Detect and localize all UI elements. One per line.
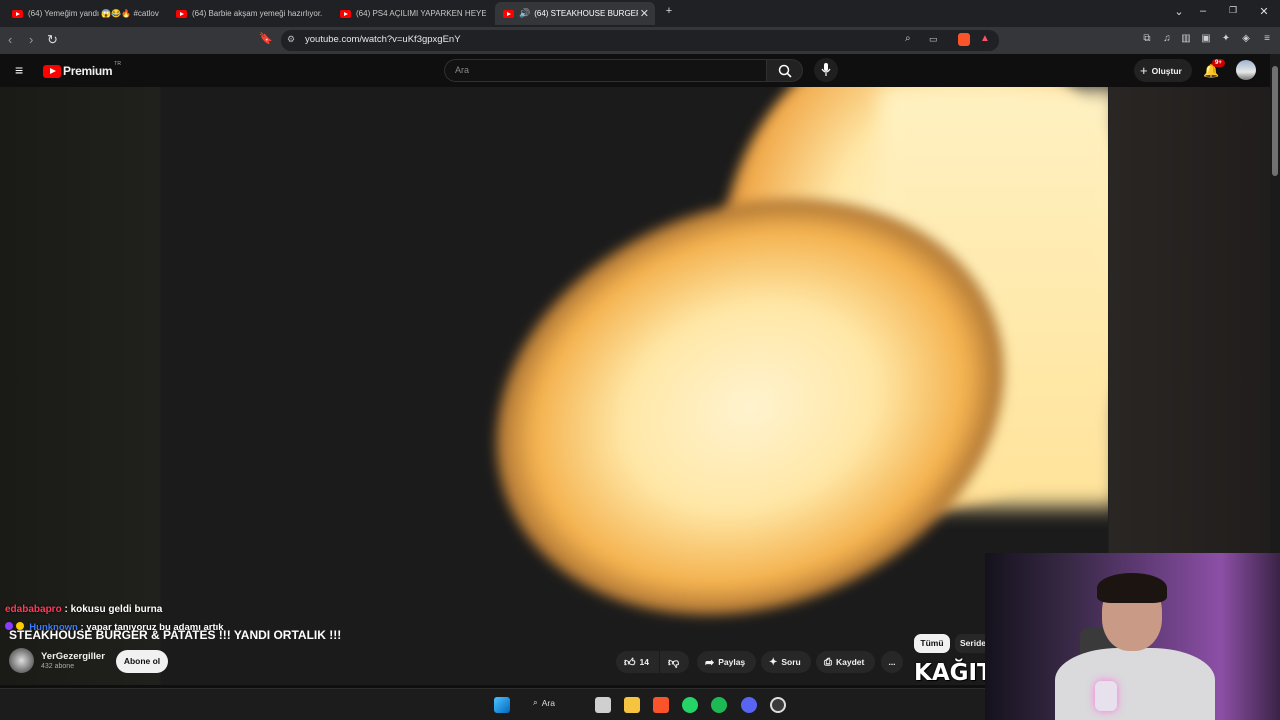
- leo-ai-icon[interactable]: ✦: [1220, 33, 1232, 45]
- windows-start-icon[interactable]: [494, 697, 510, 713]
- taskbar-search-label: Ara: [541, 697, 555, 708]
- browser-toolbar: ‹ › ↻ 🔖 ⚙ youtube.com/watch?v=uKf3gpxgEn…: [0, 27, 1280, 54]
- logo-text: Premium: [63, 64, 113, 78]
- ask-label: Soru: [781, 657, 801, 667]
- tab-title: (64) Barbie akşam yemeği hazırlıyor.: [192, 9, 323, 18]
- brave-rewards-icon[interactable]: ▲: [980, 33, 990, 44]
- notifications-button[interactable]: 🔔 9+: [1203, 59, 1225, 80]
- browser-tab[interactable]: (64) Barbie akşam yemeği hazırlıyor.: [168, 2, 324, 25]
- voice-search-button[interactable]: [814, 58, 838, 82]
- youtube-favicon-icon: [12, 9, 23, 18]
- overlay-caption: KAĞIT: [914, 660, 993, 686]
- ask-button[interactable]: ✦ Soru: [761, 651, 811, 673]
- chat-text: : kokusu geldi burna: [64, 604, 163, 615]
- taskbar-search[interactable]: ⌕ Ara: [533, 697, 555, 708]
- menu-icon[interactable]: ≡: [1261, 33, 1273, 45]
- hamburger-menu-icon[interactable]: ≡: [15, 62, 23, 78]
- save-label: Kaydet: [836, 657, 865, 667]
- tab-title: (64) PS4 AÇILIMI YAPARKEN HEYECAN: [356, 9, 486, 18]
- sparkle-icon: ✦: [769, 656, 778, 668]
- more-actions-button[interactable]: ...: [881, 651, 903, 673]
- region-label: TR: [114, 61, 121, 67]
- subscriber-count: 432 abone: [41, 663, 75, 670]
- share-label: Paylaş: [718, 657, 746, 667]
- microphone-icon: [821, 63, 831, 76]
- discord-icon[interactable]: [741, 697, 757, 713]
- address-bar[interactable]: ⚙ youtube.com/watch?v=uKf3gpxgEnY ⌕ ▭ ▲: [281, 30, 999, 51]
- search-placeholder: Ara: [455, 65, 470, 75]
- reload-icon[interactable]: ↻: [47, 32, 58, 48]
- youtube-favicon-icon: [176, 9, 187, 18]
- windows-taskbar: ⌕ Ara: [0, 688, 985, 720]
- chat-username: edababapro: [5, 604, 62, 615]
- dislike-button[interactable]: 👎︎: [660, 651, 689, 673]
- youtube-logo[interactable]: Premium TR: [43, 61, 121, 78]
- subscribe-button[interactable]: Abone ol: [116, 650, 168, 673]
- task-view-icon[interactable]: [595, 697, 611, 713]
- restore-icon[interactable]: ❐: [1225, 5, 1241, 16]
- youtube-logo-icon: [43, 64, 61, 78]
- tab-title: (64) Yemeğim yandı 😱😂🔥 #catlov: [28, 9, 159, 18]
- page-scrollbar[interactable]: [1270, 54, 1280, 553]
- media-icon[interactable]: ♫: [1161, 33, 1173, 45]
- video-title: STEAKHOUSE BURGER & PATATES !!! YANDI OR…: [9, 628, 342, 642]
- vpn-icon[interactable]: ◈: [1240, 33, 1252, 45]
- notification-badge: 9+: [1212, 59, 1225, 67]
- spotify-icon[interactable]: [711, 697, 727, 713]
- chip-all[interactable]: Tümü: [914, 634, 950, 653]
- url-text[interactable]: youtube.com/watch?v=uKf3gpxgEnY: [305, 34, 461, 45]
- obs-icon[interactable]: [770, 697, 786, 713]
- share-button[interactable]: ➦ Paylaş: [697, 651, 756, 673]
- file-explorer-icon[interactable]: [624, 697, 640, 713]
- sidebar-icon[interactable]: ▥: [1180, 33, 1192, 45]
- scrollbar-thumb[interactable]: [1272, 66, 1278, 176]
- browser-tab-strip: (64) Yemeğim yandı 😱😂🔥 #catlov (64) Barb…: [0, 0, 1280, 27]
- brave-shield-icon[interactable]: [958, 33, 970, 46]
- search-button[interactable]: [767, 59, 803, 82]
- bookmark-icon[interactable]: 🔖: [259, 32, 273, 45]
- channel-avatar[interactable]: [9, 648, 34, 673]
- thumbs-down-icon: 👎︎: [668, 656, 680, 669]
- wallet-icon[interactable]: ▣: [1200, 33, 1212, 45]
- browser-tab-active[interactable]: 🔊 (64) STEAKHOUSE BURGER & ✕: [495, 2, 655, 25]
- more-icon: ...: [888, 657, 896, 667]
- minimize-icon[interactable]: –: [1195, 5, 1211, 17]
- tab-list-icon[interactable]: ⌄: [1171, 5, 1187, 18]
- close-window-icon[interactable]: ✕: [1256, 5, 1272, 18]
- search-icon: [778, 64, 792, 78]
- youtube-header: ≡ Premium TR Ara + Oluştur 🔔 9+: [0, 54, 1270, 87]
- browser-tab[interactable]: (64) PS4 AÇILIMI YAPARKEN HEYECAN: [332, 2, 486, 25]
- share-icon: ➦: [705, 656, 715, 669]
- bookmark-icon: ⎙: [824, 656, 832, 668]
- close-tab-icon[interactable]: ✕: [640, 7, 649, 20]
- tab-title: (64) STEAKHOUSE BURGER &: [534, 9, 639, 18]
- speaker-icon: 🔊: [519, 8, 531, 18]
- zoom-icon[interactable]: ⌕: [905, 33, 911, 44]
- youtube-favicon-icon: [503, 9, 514, 18]
- whatsapp-icon[interactable]: [682, 697, 698, 713]
- avatar[interactable]: [1236, 60, 1256, 80]
- search-icon: ⌕: [533, 697, 538, 707]
- thumbs-up-icon: 👍︎: [624, 656, 636, 669]
- extensions-icon[interactable]: ⧉: [1141, 33, 1153, 45]
- create-label: Oluştur: [1151, 65, 1182, 76]
- back-icon[interactable]: ‹: [8, 32, 12, 47]
- cast-icon[interactable]: ▭: [929, 34, 938, 45]
- like-count: 14: [639, 657, 649, 667]
- search-input[interactable]: Ara: [444, 59, 767, 82]
- like-button[interactable]: 👍︎ 14: [616, 651, 659, 673]
- plus-icon: +: [1140, 63, 1148, 78]
- browser-tab[interactable]: (64) Yemeğim yandı 😱😂🔥 #catlov: [4, 2, 162, 25]
- webcam-overlay: [985, 553, 1280, 720]
- create-button[interactable]: + Oluştur: [1134, 59, 1192, 82]
- new-tab-button[interactable]: +: [661, 5, 677, 17]
- save-button[interactable]: ⎙ Kaydet: [816, 651, 875, 673]
- video-frame: [160, 87, 1108, 685]
- site-info-icon[interactable]: ⚙: [287, 34, 295, 45]
- channel-name[interactable]: YerGezergiller: [41, 651, 105, 662]
- brave-browser-icon[interactable]: [653, 697, 669, 713]
- youtube-favicon-icon: [340, 9, 351, 18]
- chat-message: edababapro : kokusu geldi burna: [5, 604, 162, 615]
- forward-icon[interactable]: ›: [29, 32, 33, 47]
